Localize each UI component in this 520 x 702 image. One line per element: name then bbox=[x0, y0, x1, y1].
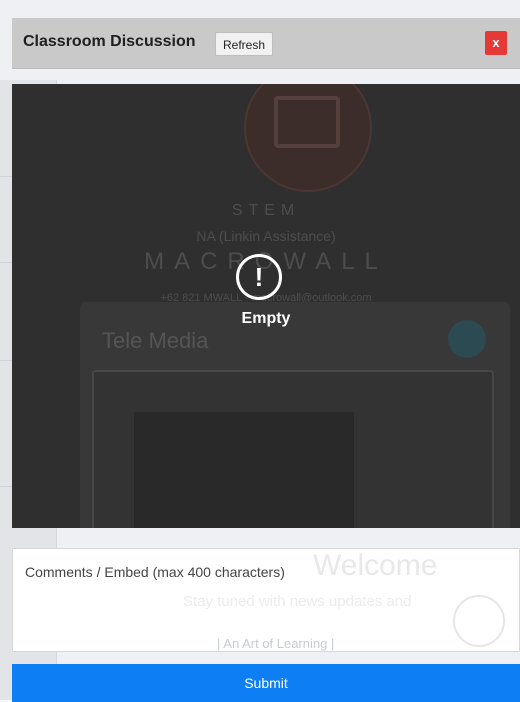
ghost-welcome: Welcome bbox=[313, 549, 438, 582]
modal-title: Classroom Discussion bbox=[23, 33, 196, 50]
avatar-icon bbox=[453, 595, 505, 647]
presentation-icon bbox=[274, 96, 340, 148]
media-image bbox=[134, 412, 354, 528]
tele-media-card: Tele Media bbox=[80, 302, 510, 528]
tele-media-title: Tele Media bbox=[102, 328, 209, 353]
media-frame bbox=[92, 370, 494, 528]
ghost-welcome-sub: Stay tuned with news updates and bbox=[183, 593, 412, 610]
ghost-subheading: NA (Linkin Assistance) bbox=[196, 228, 336, 244]
classroom-discussion-modal: Classroom Discussion Refresh x STEM NA (… bbox=[12, 18, 520, 702]
refresh-button[interactable]: Refresh bbox=[215, 32, 274, 56]
modal-header: Classroom Discussion Refresh x bbox=[12, 18, 520, 69]
submit-button[interactable]: Submit bbox=[12, 664, 520, 702]
ghost-footer-line: | An Art of Learning | bbox=[217, 636, 335, 651]
close-button[interactable]: x bbox=[485, 31, 507, 55]
discussion-content: STEM NA (Linkin Assistance) MACROWALL +6… bbox=[12, 84, 520, 528]
ghost-heading: STEM bbox=[231, 202, 301, 219]
exclamation-circle-icon: ! bbox=[236, 254, 282, 300]
comments-placeholder: Comments / Embed (max 400 characters) bbox=[25, 564, 285, 580]
empty-label: Empty bbox=[241, 310, 291, 327]
logo-circle bbox=[244, 84, 372, 192]
